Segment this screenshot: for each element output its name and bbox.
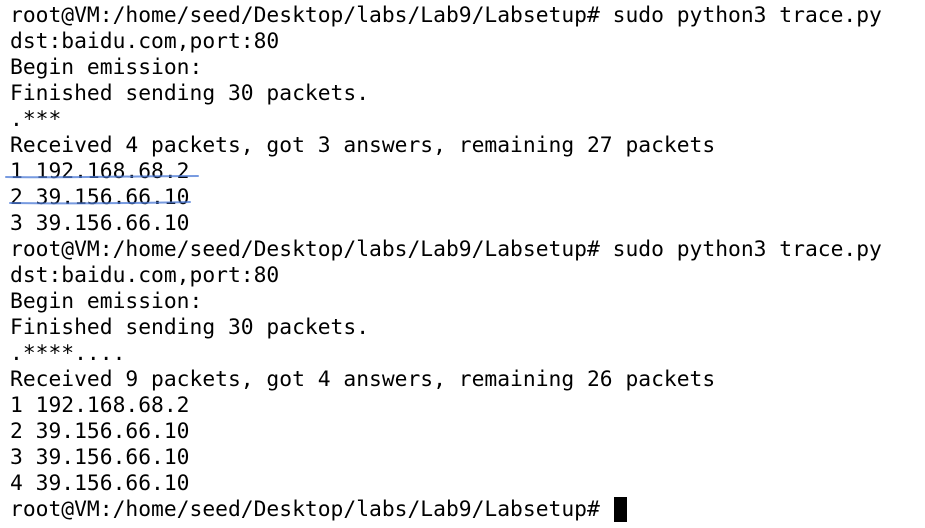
terminal-line: 2 39.156.66.10: [10, 419, 190, 444]
shell-prompt: root@VM:/home/seed/Desktop/labs/Lab9/Lab…: [10, 497, 613, 522]
prompt-line[interactable]: root@VM:/home/seed/Desktop/labs/Lab9/Lab…: [10, 497, 925, 523]
terminal-line: Begin emission:: [10, 55, 203, 80]
terminal-line: dst:baidu.com,port:80: [10, 263, 280, 288]
terminal-window[interactable]: root@VM:/home/seed/Desktop/labs/Lab9/Lab…: [0, 0, 925, 528]
terminal-line: dst:baidu.com,port:80: [10, 29, 280, 54]
terminal-line: Finished sending 30 packets.: [10, 81, 370, 106]
terminal-line: 3 39.156.66.10: [10, 211, 190, 236]
terminal-line: Received 4 packets, got 3 answers, remai…: [10, 133, 716, 158]
terminal-line: 1 192.168.68.2: [10, 393, 190, 418]
terminal-line: .***: [10, 107, 62, 132]
terminal-line: Begin emission:: [10, 289, 203, 314]
terminal-line: 3 39.156.66.10: [10, 445, 190, 470]
terminal-line: 1 192.168.68.2: [10, 159, 190, 184]
text-cursor: [613, 497, 627, 522]
terminal-line: Received 9 packets, got 4 answers, remai…: [10, 367, 716, 392]
terminal-line: root@VM:/home/seed/Desktop/labs/Lab9/Lab…: [10, 3, 882, 28]
terminal-line: root@VM:/home/seed/Desktop/labs/Lab9/Lab…: [10, 237, 882, 262]
terminal-line: Finished sending 30 packets.: [10, 315, 370, 340]
terminal-line: 4 39.156.66.10: [10, 471, 190, 496]
terminal-line: .****....: [10, 341, 126, 366]
terminal-line: 2 39.156.66.10: [10, 185, 190, 210]
